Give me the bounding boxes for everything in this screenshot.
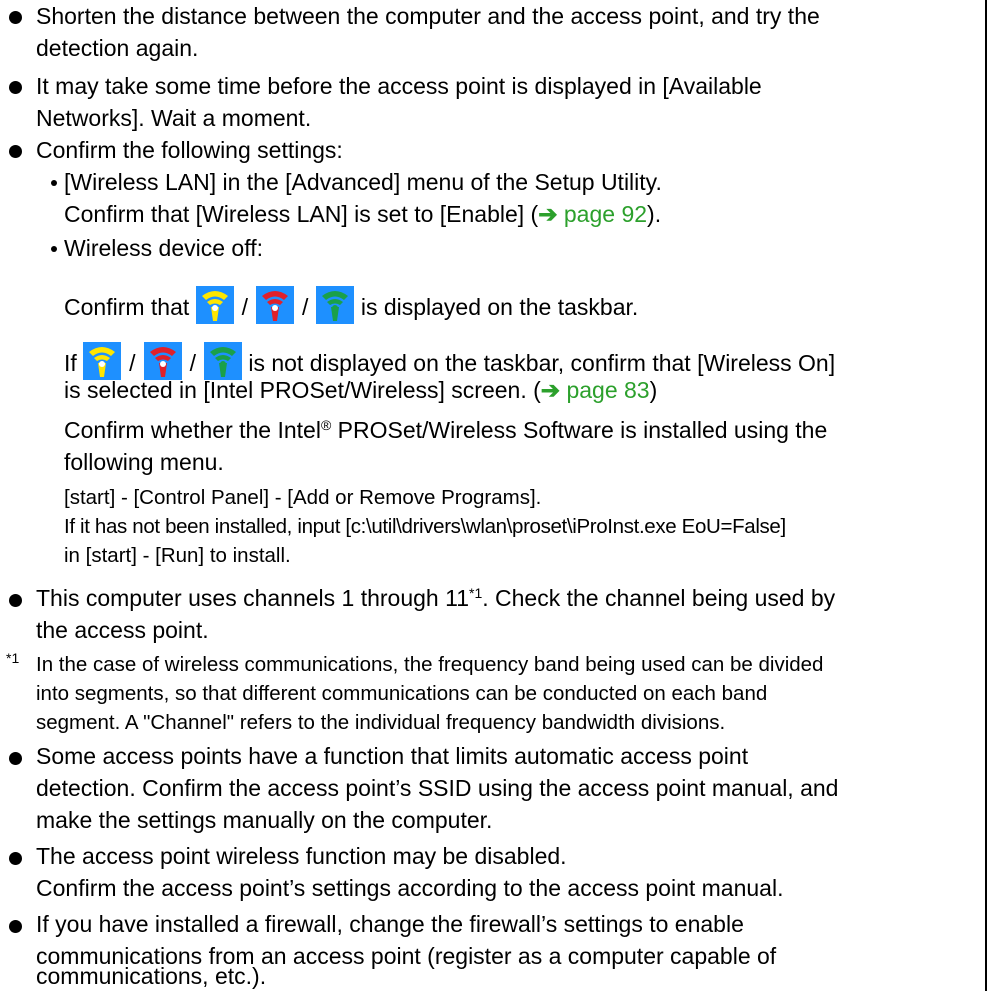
channels-text: This computer uses channels 1 through 11: [36, 585, 469, 611]
bullet-4-line-2: the access point.: [36, 617, 209, 643]
bullet-6-line-2: Confirm the access point’s settings acco…: [36, 875, 784, 901]
not-displayed-text: is not displayed on the taskbar, confirm…: [248, 350, 836, 376]
sub-1-line-2: Confirm that [Wireless LAN] is set to [E…: [64, 198, 661, 230]
confirm-text: Confirm that: [64, 294, 190, 320]
bullet-5-line-3: make the settings manually on the comput…: [36, 807, 493, 833]
intel-text: Confirm whether the Intel: [64, 417, 321, 443]
page-border-line: [985, 0, 987, 991]
bullet-6-line-1: The access point wireless function may b…: [36, 843, 567, 869]
bullet-5-line-2: detection. Confirm the access point’s SS…: [36, 775, 839, 801]
if-text: If: [64, 350, 77, 376]
footnote-line-1: In the case of wireless communications, …: [36, 653, 824, 676]
selected-text: is selected in [Intel PROSet/Wireless] s…: [64, 377, 541, 403]
sub-bullet-dot: [51, 246, 57, 252]
sub-1-text-end: ).: [647, 201, 662, 227]
sub-1-text: Confirm that [Wireless LAN] is set to [E…: [64, 201, 539, 227]
sub-2-line-4: is selected in [Intel PROSet/Wireless] s…: [64, 374, 657, 406]
sub-2-line-2: Confirm that / / is displayed on the tas…: [64, 286, 638, 324]
check-channel-text: . Check the channel being used by: [482, 585, 836, 611]
sub-2-line-9: in [start] - [Run] to install.: [64, 544, 291, 567]
bullet-4-line-1: This computer uses channels 1 through 11…: [36, 582, 956, 614]
bullet-1-line-1: Shorten the distance between the compute…: [36, 3, 820, 29]
bullet-dot: [9, 752, 22, 765]
page-92-link[interactable]: page 92: [564, 201, 647, 227]
bullet-dot: [9, 81, 22, 94]
wireless-green-icon: [316, 286, 355, 324]
bullet-2-line-1: It may take some time before the access …: [36, 73, 762, 99]
arrow-right-icon: ➔: [538, 201, 564, 227]
bullet-7-line-3: communications, etc.).: [36, 963, 267, 989]
bullet-dot: [9, 852, 22, 865]
sub-2-line-7: [start] - [Control Panel] - [Add or Remo…: [64, 486, 542, 509]
bullet-dot: [9, 11, 22, 24]
sub-2-line-5: Confirm whether the Intel® PROSet/Wirele…: [64, 414, 827, 446]
footnote-mark: *1: [6, 650, 20, 666]
slash-separator: /: [241, 294, 249, 320]
bullet-3-line-1: Confirm the following settings:: [36, 137, 343, 163]
bullet-7-line-1: If you have installed a firewall, change…: [36, 911, 744, 937]
footnote-line-2: into segments, so that different communi…: [36, 682, 768, 705]
sub-2-line-1: Wireless device off:: [64, 235, 263, 261]
bullet-dot: [9, 920, 22, 933]
bullet-5-line-1: Some access points have a function that …: [36, 743, 749, 769]
bullet-1-line-2: detection again.: [36, 35, 199, 61]
sub-1-line-1: [Wireless LAN] in the [Advanced] menu of…: [64, 169, 662, 195]
sub-2-line-6: following menu.: [64, 449, 224, 475]
bullet-2-line-2: Networks]. Wait a moment.: [36, 105, 312, 131]
sub-bullet-dot: [51, 180, 57, 186]
page-83-link[interactable]: page 83: [566, 377, 649, 403]
wireless-yellow-icon: [195, 286, 234, 324]
paren-close: ): [649, 377, 658, 403]
wireless-red-icon: [256, 286, 295, 324]
slash-separator: /: [302, 294, 309, 320]
bullet-dot: [9, 145, 22, 158]
arrow-right-icon: ➔: [540, 377, 567, 403]
bullet-dot: [9, 594, 22, 607]
sub-2-line-8: If it has not been installed, input [c:\…: [64, 515, 786, 538]
taskbar-text: is displayed on the taskbar.: [360, 294, 639, 320]
registered-mark: ®: [320, 417, 332, 433]
footnote-line-3: segment. A "Channel" refers to the indiv…: [36, 711, 726, 734]
proset-text: PROSet/Wireless Software is installed us…: [331, 417, 828, 443]
footnote-ref: *1: [469, 585, 483, 601]
